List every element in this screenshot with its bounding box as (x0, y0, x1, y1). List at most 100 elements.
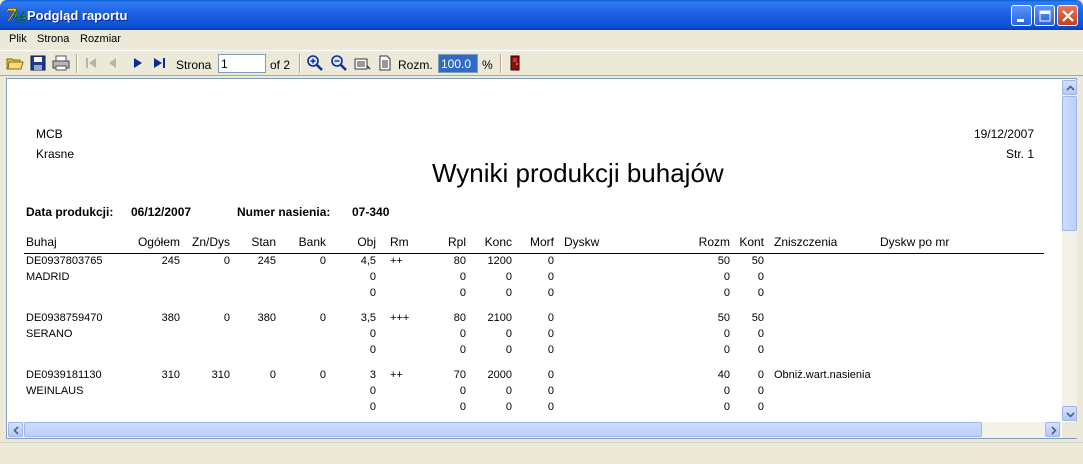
whole-page-icon[interactable] (376, 54, 394, 72)
cell-obj: 3 (369, 369, 376, 381)
cell-rozm: 50 (717, 255, 730, 267)
cell-konc: 0 (505, 344, 512, 356)
production-date-label: Data produkcji: (26, 205, 114, 219)
production-date-value: 06/12/2007 (131, 205, 192, 219)
cell-morf: 0 (547, 328, 554, 340)
scroll-right-button[interactable] (1045, 422, 1060, 437)
next-page-icon[interactable] (129, 54, 147, 72)
first-page-icon[interactable] (82, 54, 100, 72)
cell-obj: 0 (369, 385, 376, 397)
cell-rpl: 80 (453, 312, 466, 324)
page-width-icon[interactable] (353, 54, 371, 72)
cell-zndys: 310 (211, 369, 230, 381)
menu-strona[interactable]: Strona (37, 33, 69, 45)
svg-text:½: ½ (13, 11, 25, 25)
semen-number-label: Numer nasienia: (237, 205, 331, 219)
maximize-button[interactable] (1034, 5, 1055, 26)
page-number-input[interactable] (218, 54, 266, 73)
cell-bank: 0 (319, 255, 326, 267)
cell-rozm: 50 (717, 312, 730, 324)
cell-obj: 3,5 (360, 312, 376, 324)
column-header-ogolem: Ogółem (137, 235, 180, 249)
exit-door-icon[interactable] (506, 54, 524, 72)
cell-rpl: 70 (453, 369, 466, 381)
cell-konc: 0 (505, 385, 512, 397)
cell-zndys: 0 (223, 312, 230, 324)
cell-rm: +++ (390, 312, 410, 324)
column-header-bank: Bank (298, 235, 326, 249)
cell-rpl: 0 (459, 287, 466, 299)
vertical-scroll-thumb[interactable] (1062, 96, 1077, 231)
menu-bar: Plik Strona Rozmiar (0, 30, 1083, 50)
status-bar (0, 442, 1083, 464)
cell-kont: 0 (757, 385, 764, 397)
cell-rozm: 0 (723, 385, 730, 397)
zoom-out-icon[interactable] (330, 54, 348, 72)
column-header-rozm: Rozm (698, 235, 730, 249)
maximize-icon (1039, 10, 1051, 22)
menu-rozmiar[interactable]: Rozmiar (80, 33, 121, 45)
close-button[interactable] (1057, 5, 1078, 26)
zoom-in-icon[interactable] (306, 54, 324, 72)
cell-kont: 0 (757, 344, 764, 356)
prev-page-icon[interactable] (104, 54, 122, 72)
cell-konc: 0 (505, 271, 512, 283)
cell-morf: 0 (547, 401, 554, 413)
toolbar-separator (500, 54, 502, 73)
scroll-up-button[interactable] (1062, 80, 1077, 95)
cell-zniszczenia: Obniż.wart.nasienia (774, 369, 871, 381)
cell-rozm: 0 (723, 344, 730, 356)
column-header-rpl: Rpl (447, 235, 466, 249)
column-header-obj: Obj (357, 235, 376, 249)
page-label: Strona (176, 58, 212, 72)
cell-kont: 0 (757, 369, 764, 381)
menu-plik[interactable]: Plik (9, 33, 27, 45)
toolbar-separator (299, 54, 301, 73)
report-page: MCB Krasne 19/12/2007 Str. 1 Wyniki prod… (8, 80, 1061, 421)
horizontal-scroll-thumb[interactable] (24, 422, 982, 437)
company-location: Krasne (36, 147, 75, 161)
horizontal-scrollbar[interactable] (8, 422, 1061, 438)
app-logo-icon: 7 ½ (5, 6, 25, 25)
cell-morf: 0 (547, 312, 554, 324)
arrow-right-icon (1051, 426, 1057, 435)
report-viewport[interactable]: MCB Krasne 19/12/2007 Str. 1 Wyniki prod… (6, 78, 1077, 439)
page-total: of 2 (270, 58, 291, 72)
report-date: 19/12/2007 (973, 127, 1034, 141)
open-folder-icon[interactable] (6, 54, 24, 72)
cell-rpl: 0 (459, 401, 466, 413)
scroll-down-button[interactable] (1062, 406, 1077, 421)
cell-ogolem: 245 (161, 255, 180, 267)
minimize-button[interactable] (1011, 5, 1032, 26)
title-bar[interactable]: 7 ½ Podgląd raportu (0, 0, 1083, 30)
toolbar-separator (76, 54, 78, 73)
cell-stan: 380 (257, 312, 276, 324)
last-page-icon[interactable] (151, 54, 169, 72)
report-page-number: Str. 1 (1005, 147, 1034, 161)
report-title: Wyniki produkcji buhajów (432, 158, 724, 188)
cell-ogolem: 310 (161, 369, 180, 381)
cell-ogolem: 380 (161, 312, 180, 324)
vertical-scrollbar[interactable] (1062, 80, 1077, 421)
column-header-dyskw: Dyskw (564, 235, 600, 249)
cell-morf: 0 (547, 255, 554, 267)
cell-konc: 1200 (487, 255, 512, 267)
minimize-icon (1017, 19, 1024, 22)
cell-obj: 0 (369, 401, 376, 413)
scroll-left-button[interactable] (8, 422, 23, 437)
cell-obj: 0 (369, 287, 376, 299)
bull-name: SERANO (26, 328, 73, 340)
cell-rpl: 0 (459, 385, 466, 397)
save-icon[interactable] (29, 54, 47, 72)
cell-rozm: 0 (723, 271, 730, 283)
print-icon[interactable] (52, 54, 70, 72)
close-icon (1062, 10, 1074, 22)
cell-konc: 0 (505, 328, 512, 340)
cell-obj: 4,5 (360, 255, 376, 267)
cell-rpl: 0 (459, 344, 466, 356)
column-header-zndys: Zn/Dys (191, 235, 230, 249)
zoom-label: Rozm. (398, 58, 433, 72)
column-header-morf: Morf (530, 235, 554, 249)
zoom-input[interactable] (438, 54, 478, 73)
zoom-unit: % (482, 58, 493, 72)
